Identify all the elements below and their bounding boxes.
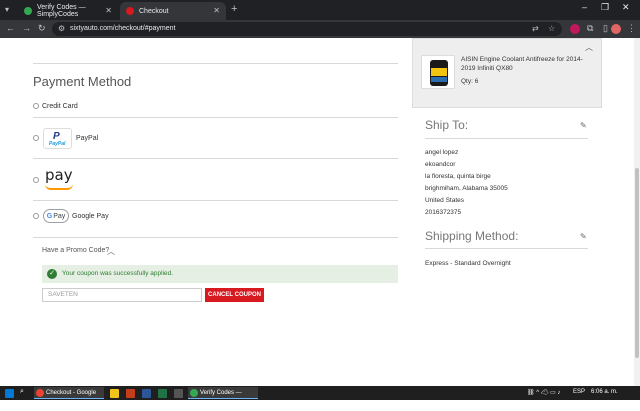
credit-card-label[interactable]: Credit Card [42, 103, 78, 110]
divider [33, 200, 398, 201]
back-icon[interactable]: ← [6, 23, 15, 33]
powerpoint-icon[interactable] [126, 389, 135, 398]
ship-to-line: angel lopez [425, 149, 459, 156]
paypal-radio[interactable] [33, 135, 39, 141]
bookmark-star-icon[interactable]: ☆ [548, 24, 555, 33]
taskbar-app-icon[interactable] [174, 389, 183, 398]
promo-code-toggle[interactable]: Have a Promo Code? [42, 247, 109, 254]
extensions-puzzle-icon[interactable]: ⧉ [587, 23, 593, 34]
translate-icon[interactable]: ⇄ [532, 24, 539, 33]
coupon-success-alert: ✓ Your coupon was successfully applied. [42, 265, 398, 283]
simplycodes-favicon-icon [24, 7, 32, 15]
edit-pencil-icon[interactable]: ✎ [580, 121, 587, 130]
search-icon[interactable]: ⌕ [20, 388, 29, 397]
address-bar[interactable]: ⚙ sixtyauto.com/checkout/#payment ⇄ ☆ [52, 22, 562, 36]
url-text: sixtyauto.com/checkout/#payment [70, 25, 176, 32]
credit-card-radio[interactable] [33, 103, 39, 109]
extension-icon[interactable] [570, 24, 580, 34]
checkout-page: Payment Method Credit Card P PayPal PayP… [0, 38, 640, 386]
profile-avatar[interactable] [611, 24, 621, 34]
google-pay-label[interactable]: Google Pay [72, 213, 109, 220]
google-pay-logo[interactable]: G Pay [43, 209, 69, 223]
tray-icons[interactable]: ⛓ ^ ☁ ▭ ♪ [527, 389, 560, 396]
language-indicator[interactable]: ESP [573, 389, 585, 395]
new-tab-button[interactable]: + [231, 3, 237, 15]
clock[interactable]: 6:06 a. m. [591, 389, 618, 395]
windows-start-icon[interactable] [5, 389, 14, 398]
shipping-method-title: Shipping Method: [425, 229, 519, 243]
order-summary: ︿ AISIN Engine Coolant Antifreeze for 20… [412, 38, 602, 108]
close-tab-icon[interactable]: ✕ [105, 6, 112, 15]
file-explorer-icon[interactable] [110, 389, 119, 398]
taskbar-app-chrome-checkout[interactable]: Checkout - Google C... [34, 387, 104, 408]
amazon-smile-icon [45, 184, 73, 190]
word-icon[interactable] [142, 389, 151, 398]
ship-to-line: brighmiham, Alabama 35005 [425, 185, 508, 192]
maximize-icon[interactable]: ❐ [601, 2, 609, 13]
check-circle-icon: ✓ [47, 269, 57, 279]
minimize-icon[interactable]: – [582, 2, 587, 12]
menu-kebab-icon[interactable]: ⋮ [627, 23, 636, 34]
side-panel-icon[interactable]: ▯ [603, 23, 608, 34]
ship-to-phone: 2016372375 [425, 209, 462, 216]
taskbar: ⌕ Checkout - Google C... Verify Codes — … [0, 386, 640, 408]
reload-icon[interactable]: ↻ [38, 23, 46, 34]
chrome-icon [190, 389, 198, 397]
shipping-method-value: Express - Standard Overnight [425, 260, 511, 267]
site-info-icon[interactable]: ⚙ [58, 24, 65, 33]
excel-icon[interactable] [158, 389, 167, 398]
divider [33, 63, 398, 64]
taskbar-app-chrome-verify[interactable]: Verify Codes — Simpl... [188, 387, 258, 408]
browser-toolbar: ← → ↻ ⚙ sixtyauto.com/checkout/#payment … [0, 20, 640, 38]
ship-to-line: ekoandcor [425, 161, 456, 168]
divider [33, 237, 398, 238]
product-image [421, 55, 455, 89]
close-window-icon[interactable]: ✕ [622, 2, 630, 13]
divider [425, 138, 588, 139]
ship-to-line: la floresta, quinta birge [425, 173, 491, 180]
browser-tab-strip: ▾ Verify Codes — SimplyCodes ✕ Checkout … [0, 0, 640, 20]
ship-to-title: Ship To: [425, 118, 469, 132]
amazon-pay-logo[interactable]: pay [45, 166, 73, 184]
scrollbar-thumb[interactable] [635, 168, 639, 358]
paypal-logo[interactable]: P PayPal [43, 128, 72, 149]
paypal-label[interactable]: PayPal [76, 135, 98, 142]
tab-search-icon[interactable]: ▾ [5, 5, 14, 14]
divider [425, 248, 588, 249]
product-name[interactable]: AISIN Engine Coolant Antifreeze for 2014… [461, 55, 591, 73]
ship-to-line: United States [425, 197, 465, 204]
chevron-up-icon[interactable]: ︿ [107, 246, 115, 257]
edit-pencil-icon[interactable]: ✎ [580, 232, 587, 241]
cancel-coupon-button[interactable]: CANCEL COUPON [205, 288, 264, 302]
payment-method-title: Payment Method [33, 74, 132, 89]
tab-checkout[interactable]: Checkout ✕ [120, 2, 226, 20]
forward-icon[interactable]: → [22, 23, 31, 33]
chevron-up-icon[interactable]: ︿ [585, 42, 593, 53]
tab-verify-codes[interactable]: Verify Codes — SimplyCodes ✕ [18, 2, 118, 20]
promo-code-input[interactable]: SAVETEN [42, 288, 202, 302]
amazon-pay-radio[interactable] [33, 177, 39, 183]
chrome-icon [36, 389, 44, 397]
divider [33, 117, 398, 118]
divider [33, 158, 398, 159]
close-tab-icon[interactable]: ✕ [213, 6, 220, 15]
product-qty: Qty: 6 [461, 78, 479, 85]
coupon-success-message: Your coupon was successfully applied. [62, 270, 174, 277]
checkout-favicon-icon [126, 7, 134, 15]
google-pay-radio[interactable] [33, 213, 39, 219]
tab-title: Checkout [139, 7, 169, 15]
